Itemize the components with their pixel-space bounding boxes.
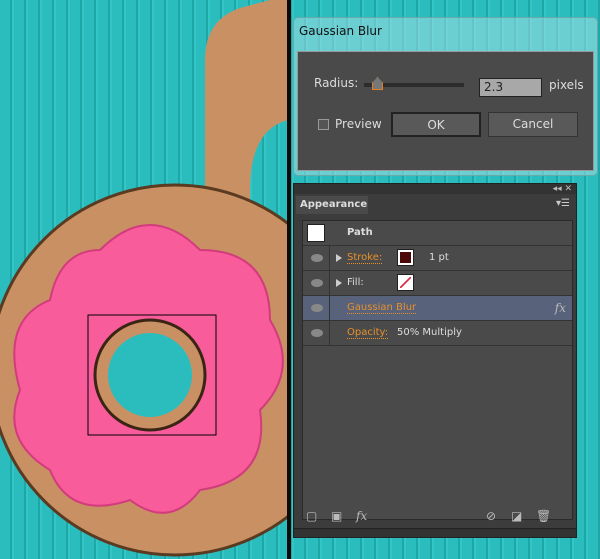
- clear-appearance-icon[interactable]: ⊘: [486, 509, 496, 523]
- eye-icon[interactable]: [311, 279, 323, 287]
- fill-none-swatch[interactable]: [397, 274, 414, 291]
- path-thumbnail: [307, 224, 325, 242]
- fill-row[interactable]: Fill:: [303, 271, 572, 296]
- dialog-title: Gaussian Blur: [299, 24, 382, 38]
- stroke-row[interactable]: Stroke: 1 pt: [303, 246, 572, 271]
- stroke-swatch[interactable]: [397, 249, 414, 266]
- expand-triangle-icon[interactable]: [336, 254, 342, 262]
- gaussian-blur-dialog: Gaussian Blur Radius: 2.3 pixels Preview…: [293, 17, 598, 176]
- gaussian-blur-row[interactable]: Gaussian Blur fx: [303, 296, 572, 321]
- object-type: Path: [347, 227, 373, 238]
- eye-icon[interactable]: [311, 254, 323, 262]
- fill-label: Fill:: [347, 277, 364, 288]
- expand-triangle-icon[interactable]: [336, 279, 342, 287]
- delete-item-icon[interactable]: 🗑: [536, 509, 551, 523]
- radius-label: Radius:: [314, 76, 359, 90]
- donut-hole-inner: [108, 333, 192, 417]
- stroke-link[interactable]: Stroke:: [347, 252, 383, 264]
- preview-label[interactable]: Preview: [335, 117, 382, 131]
- cancel-button[interactable]: Cancel: [488, 112, 578, 137]
- duplicate-item-icon[interactable]: ◪: [511, 509, 522, 523]
- artboard-canvas[interactable]: [0, 0, 288, 559]
- panel-menu-icon[interactable]: ▾☰: [556, 198, 570, 209]
- opacity-link[interactable]: Opacity:: [347, 327, 389, 339]
- path-row[interactable]: Path: [303, 221, 572, 246]
- radius-unit: pixels: [549, 78, 584, 92]
- radius-input[interactable]: 2.3: [479, 78, 542, 97]
- tab-appearance[interactable]: Appearance: [296, 196, 368, 214]
- stroke-weight[interactable]: 1 pt: [429, 252, 449, 263]
- panel-resize-grip[interactable]: [294, 528, 576, 537]
- preview-checkbox[interactable]: [318, 119, 329, 130]
- appearance-list: Path Stroke: 1 pt Fill: Gaussian Blur fx…: [302, 220, 573, 520]
- eye-icon[interactable]: [311, 329, 323, 337]
- ok-button[interactable]: OK: [391, 112, 481, 137]
- canvas-divider: [287, 0, 291, 559]
- radius-slider-thumb[interactable]: [372, 77, 383, 90]
- appearance-panel: ◂◂ ✕ Appearance ▾☰ Path Stroke: 1 pt Fil…: [293, 183, 577, 538]
- eye-icon[interactable]: [311, 304, 323, 312]
- panel-collapse-close-icons[interactable]: ◂◂ ✕: [294, 184, 576, 194]
- opacity-value: 50% Multiply: [397, 327, 462, 338]
- add-new-stroke-icon[interactable]: ▢: [306, 509, 317, 523]
- add-effect-icon[interactable]: fx: [356, 509, 367, 523]
- gaussian-blur-link[interactable]: Gaussian Blur: [347, 302, 417, 314]
- opacity-row[interactable]: Opacity: 50% Multiply: [303, 321, 572, 346]
- panel-footer: ▢ ▣ fx ⊘ ◪ 🗑: [294, 507, 576, 527]
- fx-icon: fx: [554, 301, 566, 315]
- add-new-fill-icon[interactable]: ▣: [331, 509, 342, 523]
